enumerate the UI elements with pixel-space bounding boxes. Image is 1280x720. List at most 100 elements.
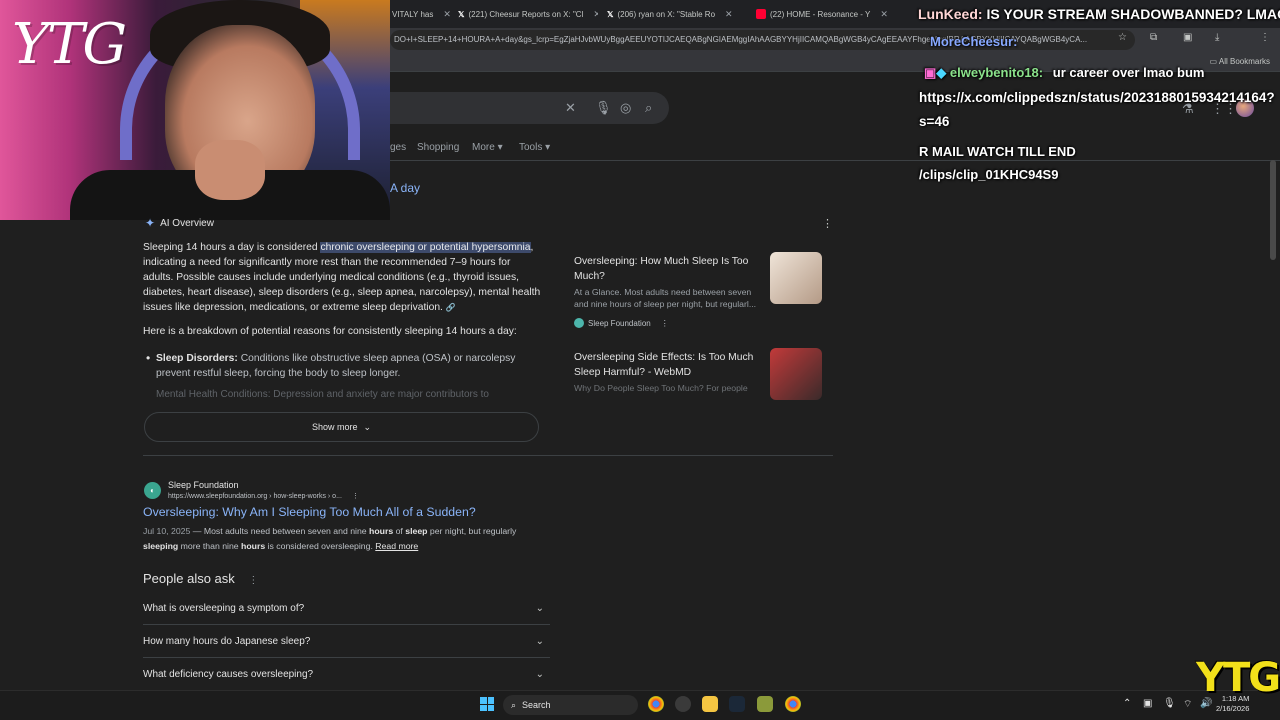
snippet-text: per night, but regularly [427, 526, 517, 536]
card-source: Sleep Foundation ⋮ [574, 318, 669, 328]
hand [195, 140, 265, 200]
chat-username: MoreCheesur: [930, 34, 1018, 49]
download-icon[interactable]: ⤓ [1215, 32, 1219, 43]
result-title-link[interactable]: Oversleeping: Why Am I Sleeping Too Much… [143, 505, 476, 519]
card-title: Oversleeping: How Much Sleep Is Too Much… [574, 256, 749, 282]
chrome-dev-icon[interactable] [675, 696, 691, 712]
tab-images[interactable]: ges [390, 142, 406, 153]
snippet-bold: sleeping [143, 541, 179, 551]
chat-message: ▣◆ elweybenito18: ur career over lmao bu… [924, 65, 1204, 81]
sidebar-icon[interactable]: ▣ [1183, 32, 1192, 43]
source-card[interactable]: Oversleeping Side Effects: Is Too Much S… [565, 344, 827, 400]
summary-highlight: chronic oversleeping or potential hypers… [320, 242, 531, 253]
tab-shopping[interactable]: Shopping [417, 142, 459, 153]
microphone-icon[interactable]: 🎙 [1163, 698, 1176, 709]
snippet-text: is considered oversleeping. [265, 541, 376, 551]
more-options-icon[interactable]: ⋮ [822, 217, 833, 230]
tray-app-icon[interactable]: ▣ [1143, 698, 1152, 709]
card-description: Why Do People Sleep Too Much? For people [574, 383, 748, 393]
badge-icon: ▣ [924, 65, 937, 80]
windows-start-icon[interactable] [480, 697, 494, 711]
lens-icon[interactable]: ◎ [620, 100, 631, 116]
show-more-button[interactable]: Show more ⌄ [144, 412, 539, 442]
result-url[interactable]: https://www.sleepfoundation.org › how-sl… [168, 492, 359, 500]
query-suggestion[interactable]: A day [390, 181, 420, 195]
youtube-icon [756, 9, 766, 19]
paa-question[interactable]: What is oversleeping a symptom of? ⌄ [143, 592, 550, 625]
steam-icon[interactable] [729, 696, 745, 712]
address-bar[interactable]: DO+I+SLEEP+14+HOURA+A+day&gs_lcrp=EgZjaH… [390, 30, 1135, 50]
more-options-icon[interactable]: ⋮ [352, 493, 359, 500]
wifi-icon[interactable]: ⌔ [1183, 698, 1192, 711]
link-icon[interactable]: 🔗 [446, 303, 456, 312]
chevron-down-icon: ⌄ [535, 602, 544, 614]
extensions-icon[interactable]: ⧉ [1150, 32, 1157, 43]
ai-overview-title: AI Overview [160, 217, 214, 229]
result-url-text: https://www.sleepfoundation.org › how-sl… [168, 493, 342, 500]
chevron-down-icon: ⌄ [535, 635, 544, 647]
folder-icon: ▭ [1209, 57, 1219, 66]
chat-message: MoreCheesur: [930, 34, 1017, 49]
ai-overview-heading: ✦ AI Overview [145, 216, 214, 230]
snippet-bold: hours [369, 526, 394, 536]
taskbar-search[interactable]: ⌕ Search [503, 695, 638, 715]
result-snippet: Jul 10, 2025 — Most adults need between … [143, 524, 553, 554]
menu-icon[interactable]: ⋮ [1260, 32, 1270, 43]
tab-cheesur[interactable]: 𝕏 (221) Cheesur Reports on X: "Cl ✕ [458, 4, 598, 24]
tab-label: VITALY has [392, 9, 434, 19]
caret-down-icon: ▾ [545, 142, 551, 153]
chat-link: s=46 [919, 114, 950, 129]
section-divider [143, 455, 833, 456]
faded-text: Mental Health Conditions: Depression and… [156, 389, 489, 400]
read-more-link[interactable]: Read more [375, 541, 418, 551]
chat-link: https://x.com/clippedszn/status/20231880… [919, 90, 1275, 105]
tab-label: (221) Cheesur Reports on X: "Cl [468, 9, 584, 19]
caret-down-icon: ▾ [497, 142, 503, 153]
tab-tools[interactable]: Tools ▾ [519, 142, 550, 153]
close-icon[interactable]: ✕ [725, 9, 733, 20]
taskbar-search-label: Search [522, 700, 551, 710]
ai-overview-summary: Sleeping 14 hours a day is considered ch… [143, 240, 543, 315]
chevron-down-icon: ⌄ [363, 421, 372, 432]
more-options-icon[interactable]: ⋮ [661, 319, 669, 328]
close-icon[interactable]: ✕ [443, 9, 451, 20]
result-site-name[interactable]: Sleep Foundation [168, 480, 239, 490]
chrome-icon[interactable] [648, 696, 664, 712]
tab-ryan[interactable]: 𝕏 (206) ryan on X: "Stable Ro ✕ [607, 4, 747, 24]
show-more-label: Show more [311, 422, 358, 432]
tab-youtube[interactable]: (22) HOME - Resonance - Y ✕ [756, 4, 891, 24]
close-icon[interactable]: ✕ [880, 9, 888, 20]
paa-title: People also ask [143, 571, 235, 586]
card-thumbnail [770, 252, 822, 304]
chat-username: LunKeed: [918, 6, 983, 22]
result-date: Jul 10, 2025 [143, 526, 191, 536]
paa-question[interactable]: How many hours do Japanese sleep? ⌄ [143, 625, 550, 658]
paa-question[interactable]: What deficiency causes oversleeping? ⌄ [143, 658, 550, 691]
close-icon[interactable]: ✕ [593, 9, 598, 20]
sleep-foundation-icon: ◐ [144, 482, 161, 499]
minecraft-icon[interactable] [757, 696, 773, 712]
tab-tools-label: Tools [519, 142, 543, 153]
all-bookmarks[interactable]: ▭ All Bookmarks [1210, 57, 1270, 66]
chat-text: ur career over lmao bum [1052, 65, 1205, 80]
source-card[interactable]: Oversleeping: How Much Sleep Is Too Much… [565, 248, 827, 338]
clear-icon[interactable]: ✕ [565, 100, 576, 116]
bullet-icon: • [146, 351, 151, 365]
chat-text: IS YOUR STREAM SHADOWBANNED? LMAO [986, 6, 1280, 22]
star-icon[interactable]: ☆ [1118, 32, 1127, 43]
search-icon: ⌕ [511, 699, 517, 710]
sleep-foundation-icon [574, 318, 584, 328]
card-thumbnail [770, 348, 822, 400]
chrome-icon[interactable] [785, 696, 801, 712]
snippet-text: of [393, 526, 406, 536]
tab-more[interactable]: More ▾ [472, 142, 503, 153]
scrollbar[interactable] [1270, 160, 1276, 260]
chevron-up-icon[interactable]: ⌃ [1123, 698, 1131, 709]
more-options-icon[interactable]: ⋮ [248, 575, 258, 586]
chat-text: /clips/clip_01KHC94S9 [919, 167, 1059, 182]
microphone-icon[interactable]: 🎙 [595, 100, 612, 116]
file-explorer-icon[interactable] [702, 696, 718, 712]
tab-vitaly[interactable]: VITALY has ✕ [392, 4, 454, 24]
tab-label: (206) ryan on X: "Stable Ro [617, 9, 716, 19]
search-icon[interactable]: ⌕ [645, 100, 652, 116]
